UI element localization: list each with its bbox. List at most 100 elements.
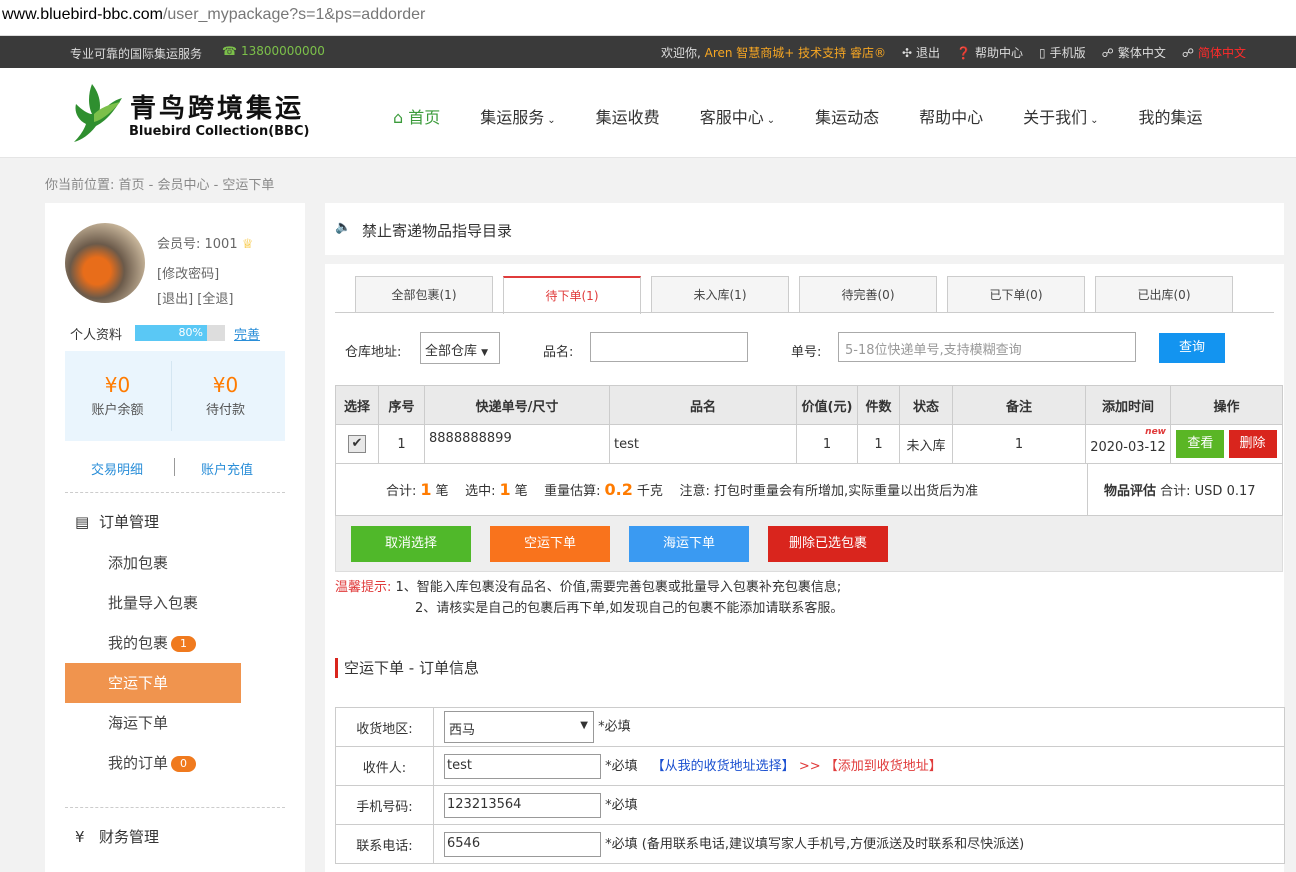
divider — [65, 807, 285, 808]
count-badge: 0 — [171, 756, 197, 772]
mobile-icon: ▯ — [1039, 46, 1046, 60]
sidebar-item-batch-import[interactable]: 批量导入包裹 — [65, 583, 241, 623]
recipient-input[interactable]: test — [444, 753, 601, 779]
package-tabs: 全部包裹(1) 待下单(1) 未入库(1) 待完善(0) 已下单(0) 已出库(… — [355, 276, 1243, 314]
phone-input[interactable]: 6546 — [444, 831, 601, 857]
simplified-link[interactable]: ☍ 简体中文 — [1182, 44, 1246, 61]
crown-icon: ♕ — [241, 237, 254, 252]
recharge-link[interactable]: 账户充值 — [201, 459, 253, 478]
breadcrumb: 你当前位置: 首页 - 会员中心 - 空运下单 — [45, 178, 275, 193]
order-form: 收货地区: 西马 ▼ *必填 收件人: test *必填 【从我的收货地址选择】 >… — [335, 707, 1285, 864]
tab-not-stored[interactable]: 未入库(1) — [651, 276, 789, 313]
nav-my[interactable]: 我的集运 — [1139, 104, 1203, 128]
nav-news[interactable]: 集运动态 — [815, 104, 879, 128]
hotline: ☎ 13800000000 — [222, 44, 325, 58]
nav-help[interactable]: 帮助中心 — [919, 104, 983, 128]
delete-selected-button[interactable]: 删除已选包裹 — [768, 526, 888, 562]
caret-down-icon: ▼ — [481, 348, 489, 358]
row-checkbox[interactable]: ✔ — [348, 435, 366, 453]
notice-bar: 🔈 禁止寄递物品指导目录 — [325, 203, 1284, 255]
tracking-no-input[interactable]: 5-18位快递单号,支持模糊查询 — [838, 332, 1136, 362]
main-nav: ⌂ 首页 集运服务 ⌄ 集运收费 客服中心 ⌄ 集运动态 帮助中心 关于我们 ⌄ 我的… — [393, 104, 1243, 128]
profile-label: 个人资料 — [70, 328, 123, 343]
product-name-input[interactable] — [590, 332, 748, 362]
site-header: 青鸟跨境集运 Bluebird Collection(BBC) ⌂ 首页 集运服… — [0, 68, 1296, 158]
section-title: 空运下单 - 订单信息 — [335, 658, 479, 678]
add-address-link[interactable]: 【添加到收货地址】 — [825, 759, 942, 774]
help-link[interactable]: ❓ 帮助中心 — [956, 44, 1023, 61]
tab-to-complete[interactable]: 待完善(0) — [799, 276, 937, 313]
nav-home[interactable]: ⌂ 首页 — [393, 104, 440, 128]
choose-address-link[interactable]: 【从我的收货地址选择】 — [652, 759, 795, 774]
notice-link[interactable]: 禁止寄递物品指导目录 — [362, 220, 512, 241]
order-management-heading[interactable]: ▤ 订单管理 — [75, 511, 159, 532]
pending-item: ¥0 待付款 — [205, 373, 245, 418]
form-row: 手机号码: 123213564 *必填 — [335, 785, 1285, 825]
mobile-input[interactable]: 123213564 — [444, 792, 601, 818]
action-bar: 取消选择 空运下单 海运下单 删除已选包裹 — [335, 516, 1283, 572]
sidebar-item-add-package[interactable]: 添加包裹 — [65, 543, 241, 583]
nav-about[interactable]: 关于我们 ⌄ — [1023, 104, 1098, 128]
sidebar-item-my-packages[interactable]: 我的包裹 1 — [65, 623, 241, 663]
transactions-link[interactable]: 交易明细 — [91, 459, 143, 478]
delete-button[interactable]: 删除 — [1228, 430, 1277, 458]
list-icon: ▤ — [75, 513, 90, 531]
balance-item: ¥0 账户余额 — [91, 373, 144, 418]
browser-url-bar[interactable]: www.bluebird-bbc.com/user_mypackage?s=1&… — [0, 0, 1296, 36]
move-icon: ✣ — [901, 46, 913, 60]
logo[interactable]: 青鸟跨境集运 Bluebird Collection(BBC) — [72, 80, 312, 146]
region-select[interactable]: 西马 ▼ — [444, 711, 594, 743]
filter-bar: 仓库地址: 全部仓库 ▼ 品名: 单号: 5-18位快递单号,支持模糊查询 查询 — [345, 332, 1245, 364]
nav-fees[interactable]: 集运收费 — [596, 104, 660, 128]
tab-ordered[interactable]: 已下单(0) — [947, 276, 1085, 313]
phone-icon: ☎ — [222, 44, 237, 58]
divider — [335, 312, 1274, 313]
form-row: 收件人: test *必填 【从我的收货地址选择】 >> 【添加到收货地址】 — [335, 746, 1285, 786]
member-id: 会员号: 1001 ♕ — [157, 237, 254, 252]
evaluation: 物品评估 合计: USD 0.17 — [1087, 464, 1256, 515]
sidebar-item-sea-order[interactable]: 海运下单 — [65, 703, 241, 743]
home-icon: ⌂ — [393, 108, 404, 127]
cancel-selection-button[interactable]: 取消选择 — [351, 526, 471, 562]
question-icon: ❓ — [956, 46, 972, 60]
tab-all[interactable]: 全部包裹(1) — [355, 276, 493, 313]
tab-pending-order[interactable]: 待下单(1) — [503, 276, 641, 314]
balance-panel: ¥0 账户余额 ¥0 待付款 — [65, 351, 285, 441]
divider — [65, 492, 285, 493]
sea-order-button[interactable]: 海运下单 — [629, 526, 749, 562]
profile-progress: 80% — [135, 325, 225, 341]
logout-link[interactable]: ✣ 退出 — [902, 44, 940, 61]
divider — [171, 361, 172, 431]
top-links: 欢迎你, Aren 智慧商城+ 技术支持 睿店® ✣ 退出 ❓ 帮助中心 ▯ 手机版 … — [661, 44, 1246, 61]
speaker-icon: 🔈 — [335, 220, 352, 235]
url-text[interactable]: www.bluebird-bbc.com/user_mypackage?s=1&… — [2, 6, 425, 24]
divider — [174, 458, 175, 476]
chevron-down-icon: ⌄ — [547, 115, 556, 126]
finance-management-heading[interactable]: ¥ 财务管理 — [75, 826, 159, 847]
complete-profile-link[interactable]: 完善 — [234, 324, 260, 343]
change-password-link[interactable]: [修改密码] — [157, 263, 219, 282]
summary-bar: 合计: 1 笔 选中: 1 笔 重量估算: 0.2 千克 注意: 打包时重量会有所增加,实际… — [335, 464, 1283, 516]
chevron-down-icon: ⌄ — [766, 115, 776, 126]
user-link[interactable]: Aren 智慧商城+ 技术支持 睿店® — [705, 46, 886, 60]
view-button[interactable]: 查看 — [1176, 430, 1225, 458]
logout-links[interactable]: [退出] [全退] — [157, 288, 233, 307]
form-row: 收货地区: 西马 ▼ *必填 — [335, 707, 1285, 747]
tab-shipped[interactable]: 已出库(0) — [1095, 276, 1233, 313]
new-badge: new — [1145, 427, 1166, 437]
search-button[interactable]: 查询 — [1159, 333, 1225, 363]
link-icon: ☍ — [1101, 46, 1114, 60]
air-order-button[interactable]: 空运下单 — [490, 526, 610, 562]
traditional-link[interactable]: ☍ 繁体中文 — [1102, 44, 1166, 61]
mobile-link[interactable]: ▯ 手机版 — [1039, 44, 1086, 61]
sidebar-item-my-orders[interactable]: 我的订单 0 — [65, 743, 241, 783]
warehouse-select[interactable]: 全部仓库 ▼ — [420, 332, 500, 364]
nav-support[interactable]: 客服中心 ⌄ — [700, 104, 775, 128]
nav-services[interactable]: 集运服务 ⌄ — [480, 104, 555, 128]
profile-progress-fill: 80% — [135, 325, 207, 341]
bird-logo-icon — [74, 84, 122, 142]
sidebar-item-air-order[interactable]: 空运下单 — [65, 663, 241, 703]
tips: 温馨提示: 1、智能入库包裹没有品名、价值,需要完善包裹或批量导入包裹补充包裹信… — [335, 580, 844, 616]
package-table: 选择 序号 快递单号/尺寸 品名 价值(元) 件数 状态 备注 添加时间 操作 … — [335, 385, 1283, 464]
avatar[interactable] — [65, 223, 145, 303]
